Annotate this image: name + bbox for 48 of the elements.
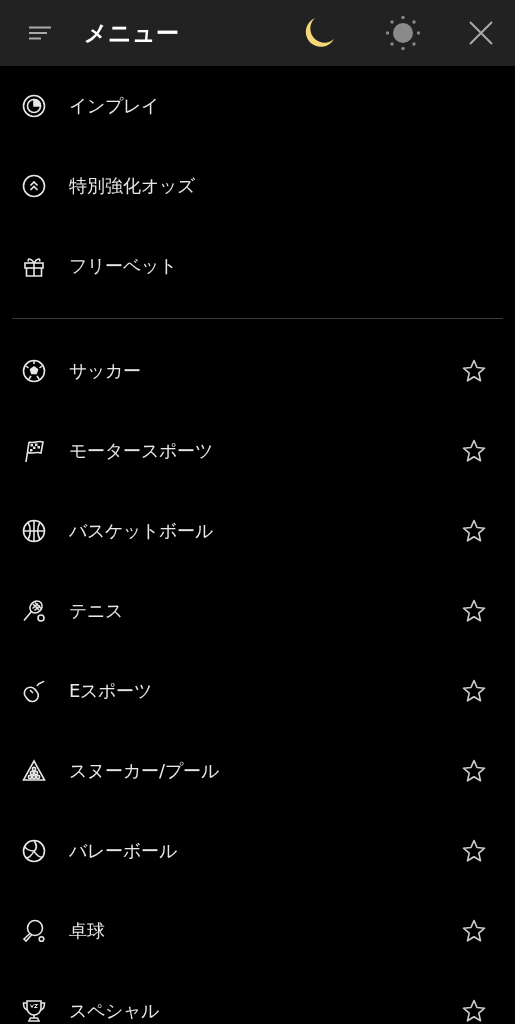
menu-item[interactable]: フリーベット (0, 226, 515, 306)
sport-item[interactable]: モータースポーツ (0, 411, 515, 491)
soccer-ball-icon (22, 359, 46, 383)
sport-item[interactable]: 卓球 (0, 891, 515, 971)
sport-item[interactable]: スヌーカー/プール (0, 731, 515, 811)
favorite-star-icon[interactable] (461, 518, 487, 544)
sport-label: テニス (69, 599, 124, 623)
favorite-star-icon[interactable] (461, 918, 487, 944)
sport-label: 卓球 (69, 919, 106, 943)
sport-item[interactable]: バレーボール (0, 811, 515, 891)
close-icon[interactable] (469, 21, 493, 45)
favorite-star-icon[interactable] (461, 358, 487, 384)
checkered-flag-icon (22, 439, 46, 463)
chevrons-up-icon (22, 174, 46, 198)
favorite-star-icon[interactable] (461, 678, 487, 704)
favorite-star-icon[interactable] (461, 998, 487, 1024)
sport-label: サッカー (69, 359, 142, 383)
sport-label: バスケットボール (69, 519, 214, 543)
menu-item-label: フリーベット (69, 254, 178, 278)
sport-item[interactable]: Eスポーツ (0, 651, 515, 731)
favorite-star-icon[interactable] (461, 598, 487, 624)
sport-item[interactable]: スペシャル (0, 971, 515, 1024)
billiard-rack-icon (22, 759, 46, 783)
sport-label: バレーボール (69, 839, 178, 863)
sport-label: Eスポーツ (69, 679, 154, 703)
mouse-icon (22, 679, 46, 703)
sport-label: スヌーカー/プール (69, 759, 221, 783)
volleyball-icon (22, 839, 46, 863)
menu-item[interactable]: 特別強化オッズ (0, 146, 515, 226)
menu-item[interactable]: インプレイ (0, 66, 515, 146)
favorite-star-icon[interactable] (461, 758, 487, 784)
header-title: メニュー (84, 18, 179, 48)
favorite-star-icon[interactable] (461, 838, 487, 864)
sport-item[interactable]: サッカー (0, 331, 515, 411)
tennis-racket-icon (22, 599, 46, 623)
menu-item-label: インプレイ (69, 94, 160, 118)
favorite-star-icon[interactable] (461, 438, 487, 464)
clock-icon (22, 94, 46, 118)
menu-item-label: 特別強化オッズ (69, 174, 196, 198)
sport-label: モータースポーツ (69, 439, 214, 463)
table-tennis-paddle-icon (22, 919, 46, 943)
sport-item[interactable]: バスケットボール (0, 491, 515, 571)
menu-icon[interactable] (28, 26, 52, 40)
sun-icon[interactable] (385, 15, 421, 51)
basketball-icon (22, 519, 46, 543)
sport-label: スペシャル (69, 999, 160, 1023)
sport-item[interactable]: テニス (0, 571, 515, 651)
trophy-icon (22, 999, 46, 1023)
